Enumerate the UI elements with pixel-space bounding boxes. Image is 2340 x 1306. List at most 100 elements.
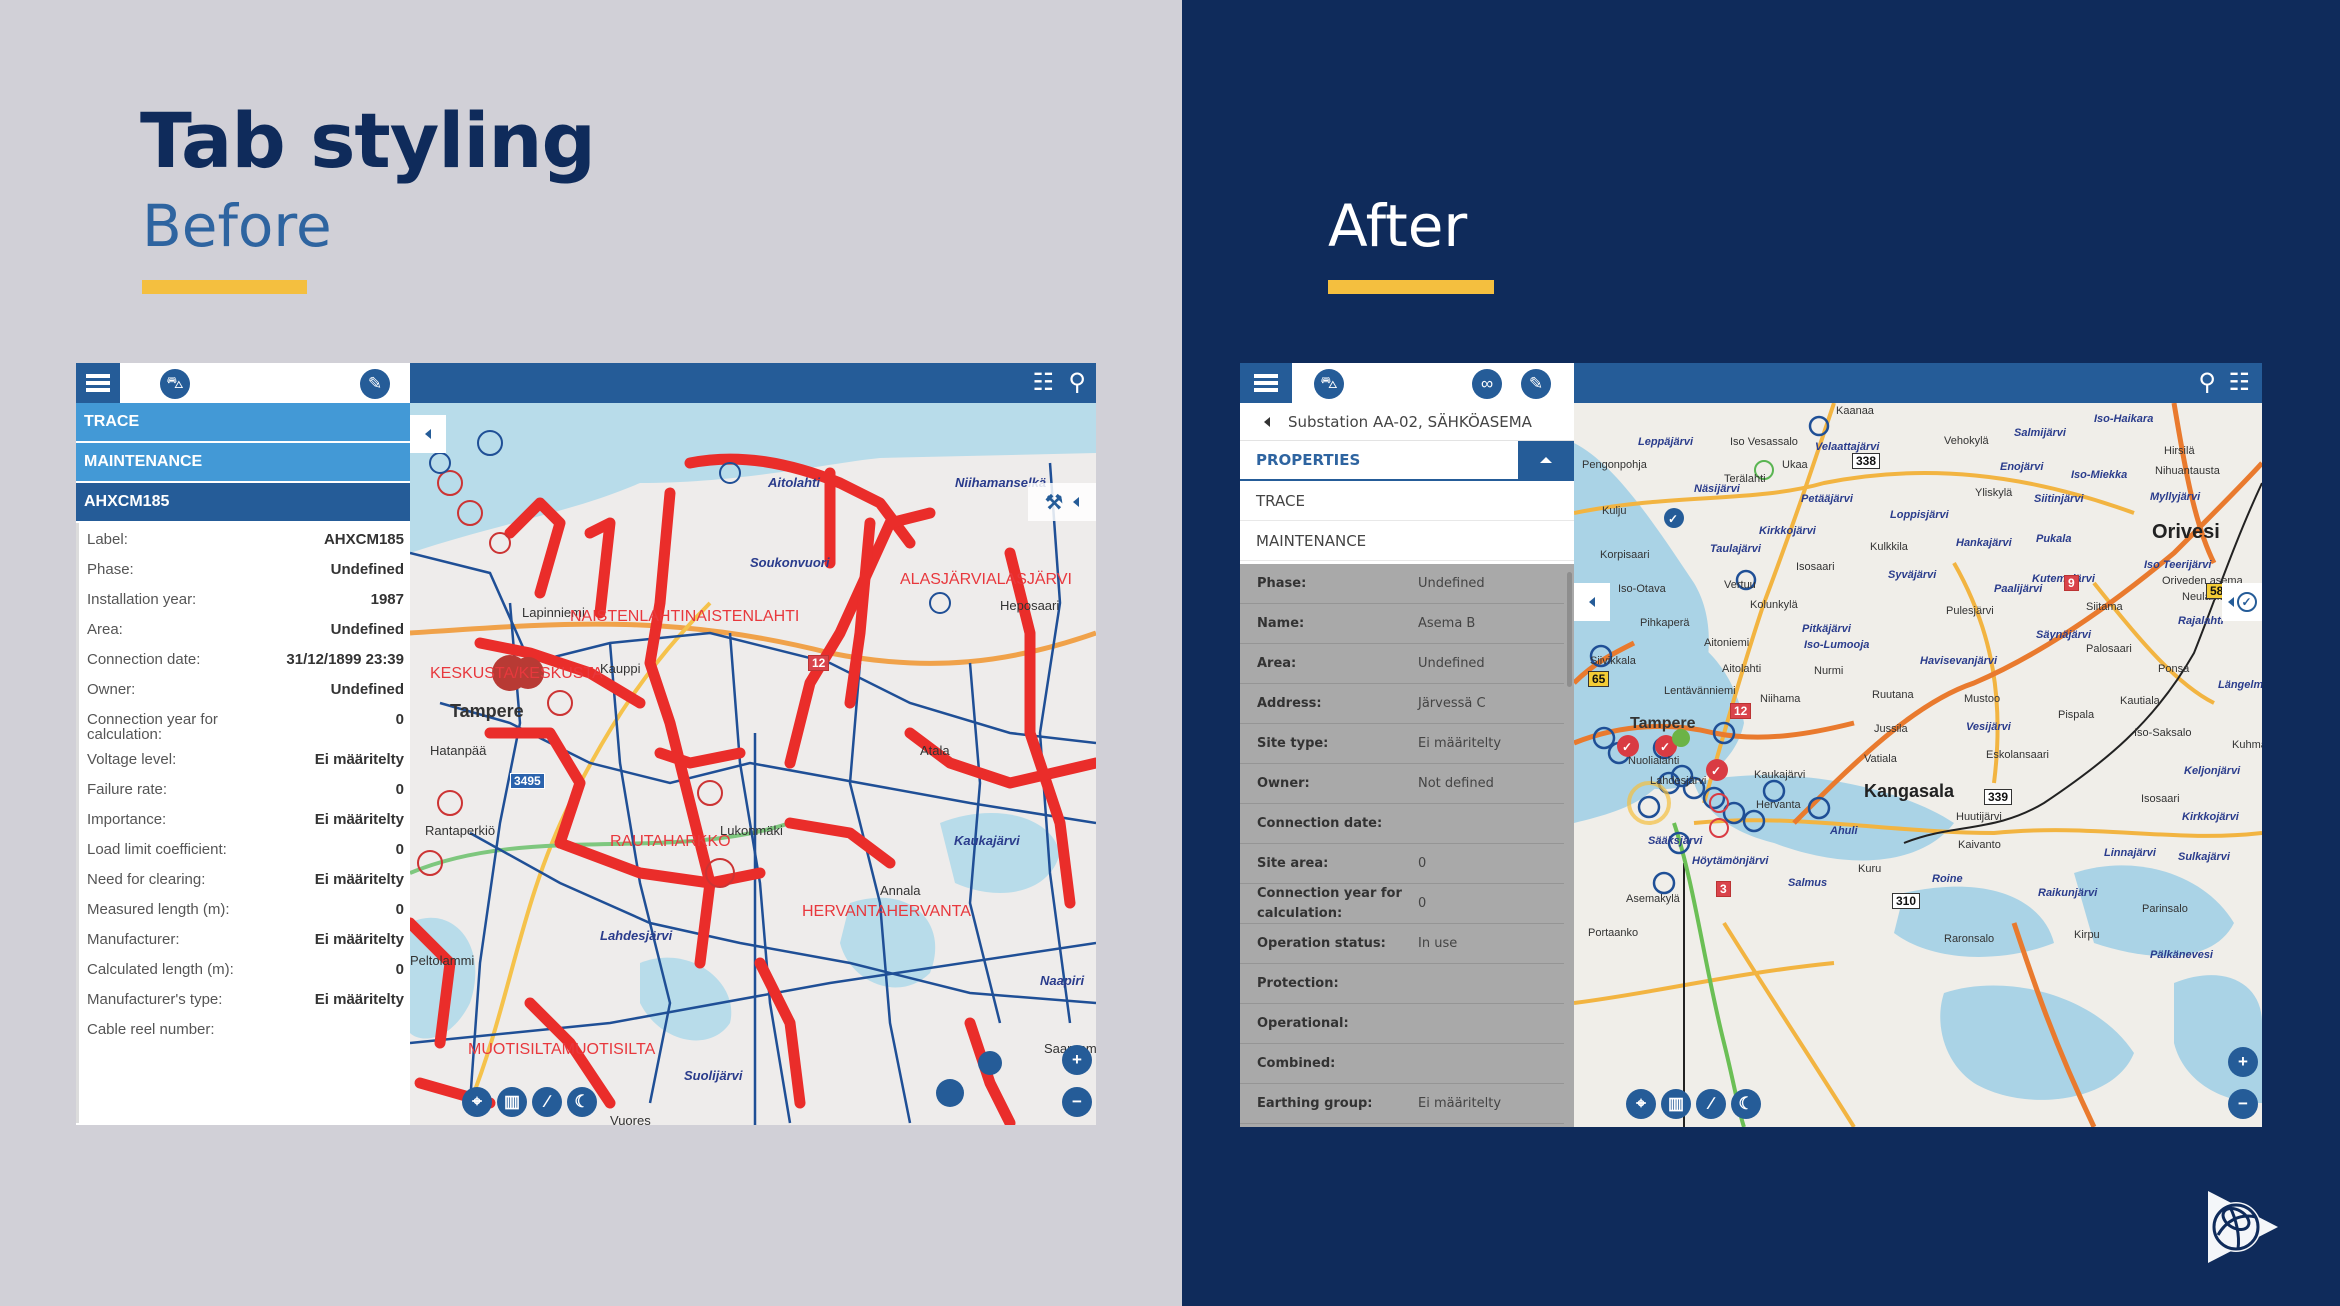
property-value: Not defined <box>1418 776 1494 791</box>
locate-button[interactable]: ⌖ <box>1626 1089 1656 1119</box>
property-row: Load limit coefficient: 0 <box>87 837 404 867</box>
road-shield: 338 <box>1852 453 1881 469</box>
map-view[interactable]: Aitolahti Niihamanselkä Soukonvuori Lapi… <box>410 403 1096 1125</box>
map-label: Nurmi <box>1814 665 1844 677</box>
scrollbar[interactable] <box>1567 572 1572 687</box>
property-row: Owner: Undefined <box>87 677 404 707</box>
measure-button[interactable]: ∕ <box>532 1087 562 1117</box>
map-label: Hatanpää <box>430 743 487 758</box>
car-button[interactable]: ⛍ <box>160 369 190 399</box>
collapse-sidebar-button[interactable] <box>1574 583 1610 621</box>
measure-icon: ∕ <box>545 1092 549 1111</box>
map-label: Kaukajärvi <box>1754 769 1806 781</box>
property-value: 0 <box>1418 896 1427 911</box>
map-label: Atala <box>920 743 950 758</box>
edit-button[interactable]: ✎ <box>360 369 390 399</box>
map-label: Pihkaperä <box>1640 617 1690 629</box>
search-icon[interactable]: ⚲ <box>2198 369 2216 397</box>
measure-button[interactable]: ∕ <box>1696 1089 1726 1119</box>
property-row: Connection date: 31/12/1899 23:39 <box>87 647 404 677</box>
map-view[interactable]: ✓ ✓ ✓ ✓ Kaanaa Iso-Haikara Salmijärvi Le… <box>1574 403 2262 1127</box>
tab-feature-properties[interactable]: AHXCM185 <box>76 483 410 521</box>
property-row: Protection: <box>1240 964 1564 1004</box>
map-label: Raikunjärvi <box>2038 887 2098 899</box>
map-label: Lahdesjärvi <box>600 928 673 943</box>
map-label: Soukonvuori <box>750 555 830 570</box>
tools-panel-button[interactable]: ⚒ <box>1028 483 1096 521</box>
road-shield: 3 <box>1716 881 1731 897</box>
breadcrumb[interactable]: Substation AA-02, SÄHKÖASEMA <box>1240 403 1574 441</box>
map-label: Palosaari <box>2086 643 2132 655</box>
property-value: AHXCM185 <box>323 531 404 548</box>
road-shield: 12 <box>1730 703 1752 719</box>
properties-list: Label: AHXCM185 Phase: Undefined Installatio… <box>76 523 410 1123</box>
station-marker <box>936 1079 964 1107</box>
land-area <box>410 453 1096 1125</box>
map-label: Pispala <box>2058 709 2095 721</box>
apps-grid-icon[interactable]: ☷ <box>2228 369 2250 397</box>
tab-maintenance[interactable]: MAINTENANCE <box>76 443 410 481</box>
night-mode-button[interactable]: ☾ <box>567 1087 597 1117</box>
zoom-out-button[interactable]: − <box>1062 1087 1092 1117</box>
after-underline <box>1328 280 1494 294</box>
locate-icon: ⌖ <box>1636 1094 1646 1113</box>
map-label: Enojärvi <box>2000 461 2044 473</box>
zoom-in-button[interactable]: + <box>1062 1045 1092 1075</box>
tab-trace[interactable]: TRACE <box>76 403 410 441</box>
map-label: Salmijärvi <box>2014 427 2066 439</box>
locate-button[interactable]: ⌖ <box>462 1087 492 1117</box>
edit-button[interactable]: ✎ <box>1521 369 1551 399</box>
zoom-in-button[interactable]: + <box>2228 1047 2258 1077</box>
property-row: Operational: <box>1240 1004 1564 1044</box>
property-row: Owner: Not defined <box>1240 764 1564 804</box>
property-row: Earthing group: Ei määritelty <box>1240 1084 1564 1124</box>
property-key: Cable reel number: <box>87 1021 215 1038</box>
property-value: Ei määritelty <box>314 811 404 828</box>
car-button[interactable]: ⛍ <box>1314 369 1344 399</box>
tab-trace[interactable]: TRACE <box>1240 481 1574 521</box>
map-label: Huutijärvi <box>1956 811 2002 823</box>
zoom-out-button[interactable]: − <box>2228 1089 2258 1119</box>
map-label: Syväjärvi <box>1888 569 1937 581</box>
property-key: Owner: <box>1257 775 1310 791</box>
chevron-left-icon <box>2227 597 2234 607</box>
property-key: Manufacturer: <box>87 931 180 948</box>
map-label: Hervanta <box>1756 799 1801 811</box>
property-key: Connection year for calculation: <box>1257 885 1402 921</box>
map-label: Kirkkojärvi <box>1759 525 1816 537</box>
zoom-out-icon: − <box>2238 1094 2248 1113</box>
map-label: Vertuu <box>1724 579 1756 591</box>
chevron-up-icon <box>1540 457 1552 463</box>
property-row: Voltage level: Ei määritelty <box>87 747 404 777</box>
map-label: Isosaari <box>1796 561 1835 573</box>
map-label: Säynäjärvi <box>2036 629 2092 641</box>
property-value: 0 <box>395 961 404 978</box>
property-key: Failure rate: <box>87 781 168 798</box>
link-button[interactable]: ∞ <box>1472 369 1502 399</box>
search-icon[interactable]: ⚲ <box>1068 369 1086 397</box>
tab-maintenance[interactable]: MAINTENANCE <box>1240 521 1574 561</box>
night-mode-button[interactable]: ☾ <box>1731 1089 1761 1119</box>
chevron-left-icon <box>1072 497 1079 507</box>
collapse-toggle[interactable] <box>1518 441 1574 479</box>
property-row: Site area: 0 <box>1240 844 1564 884</box>
property-row: Site type: Ei määritelty <box>1240 724 1564 764</box>
map-label: Iso-Otava <box>1618 583 1666 595</box>
menu-button[interactable] <box>76 363 120 403</box>
collapse-sidebar-button[interactable] <box>410 415 446 453</box>
map-label: Iso-Haikara <box>2094 413 2154 425</box>
layers-button[interactable]: ▥ <box>497 1087 527 1117</box>
property-value: Ei määritelty <box>314 991 404 1008</box>
edit-pencil-icon: ✎ <box>1528 374 1544 393</box>
tab-properties[interactable]: PROPERTIES <box>1240 441 1574 481</box>
map-label: Leppäjärvi <box>1638 436 1694 448</box>
property-value: Undefined <box>330 621 404 638</box>
layers-button[interactable]: ▥ <box>1661 1089 1691 1119</box>
property-key: Combined: <box>1257 1055 1336 1071</box>
map-label: Taulajärvi <box>1710 543 1761 555</box>
property-key: Connection date: <box>87 651 201 668</box>
menu-button[interactable] <box>1240 363 1292 403</box>
selection-panel-button[interactable]: ✓ <box>2222 583 2262 621</box>
apps-grid-icon[interactable]: ☷ <box>1032 369 1054 397</box>
map-label: Pengonpohja <box>1582 459 1647 471</box>
